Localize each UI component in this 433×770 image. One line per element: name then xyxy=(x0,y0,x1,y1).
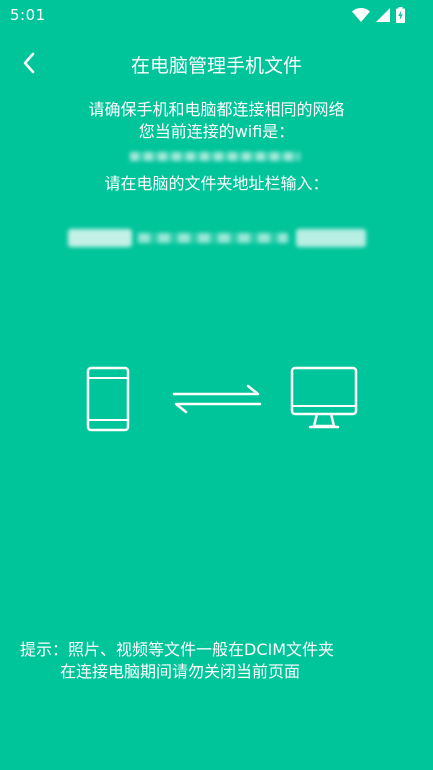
tip-keep-page-open: 在连接电脑期间请勿关闭当前页面 xyxy=(60,662,301,681)
status-icons xyxy=(352,7,405,23)
monitor-icon xyxy=(290,366,358,429)
wifi-icon xyxy=(352,8,370,22)
ftp-address-redacted xyxy=(68,225,366,251)
tip-dcim-folder: 提示：照片、视频等文件一般在DCIM文件夹 xyxy=(20,640,335,659)
battery-charging-icon xyxy=(396,7,405,23)
same-network-instruction: 请确保手机和电脑都连接相同的网络 xyxy=(88,100,345,119)
status-bar: 5:01 xyxy=(0,0,433,30)
status-time: 5:01 xyxy=(10,6,46,24)
current-wifi-label: 您当前连接的wifi是： xyxy=(138,122,295,141)
phone-icon xyxy=(86,366,130,432)
wifi-name-redacted xyxy=(130,150,300,164)
cell-signal-icon xyxy=(376,8,390,22)
address-bar-instruction: 请在电脑的文件夹地址栏输入： xyxy=(104,174,329,193)
transfer-illustration xyxy=(0,362,433,434)
app-bar: 在电脑管理手机文件 xyxy=(0,38,433,88)
transfer-arrows-icon xyxy=(172,384,262,414)
page-title: 在电脑管理手机文件 xyxy=(130,55,302,77)
